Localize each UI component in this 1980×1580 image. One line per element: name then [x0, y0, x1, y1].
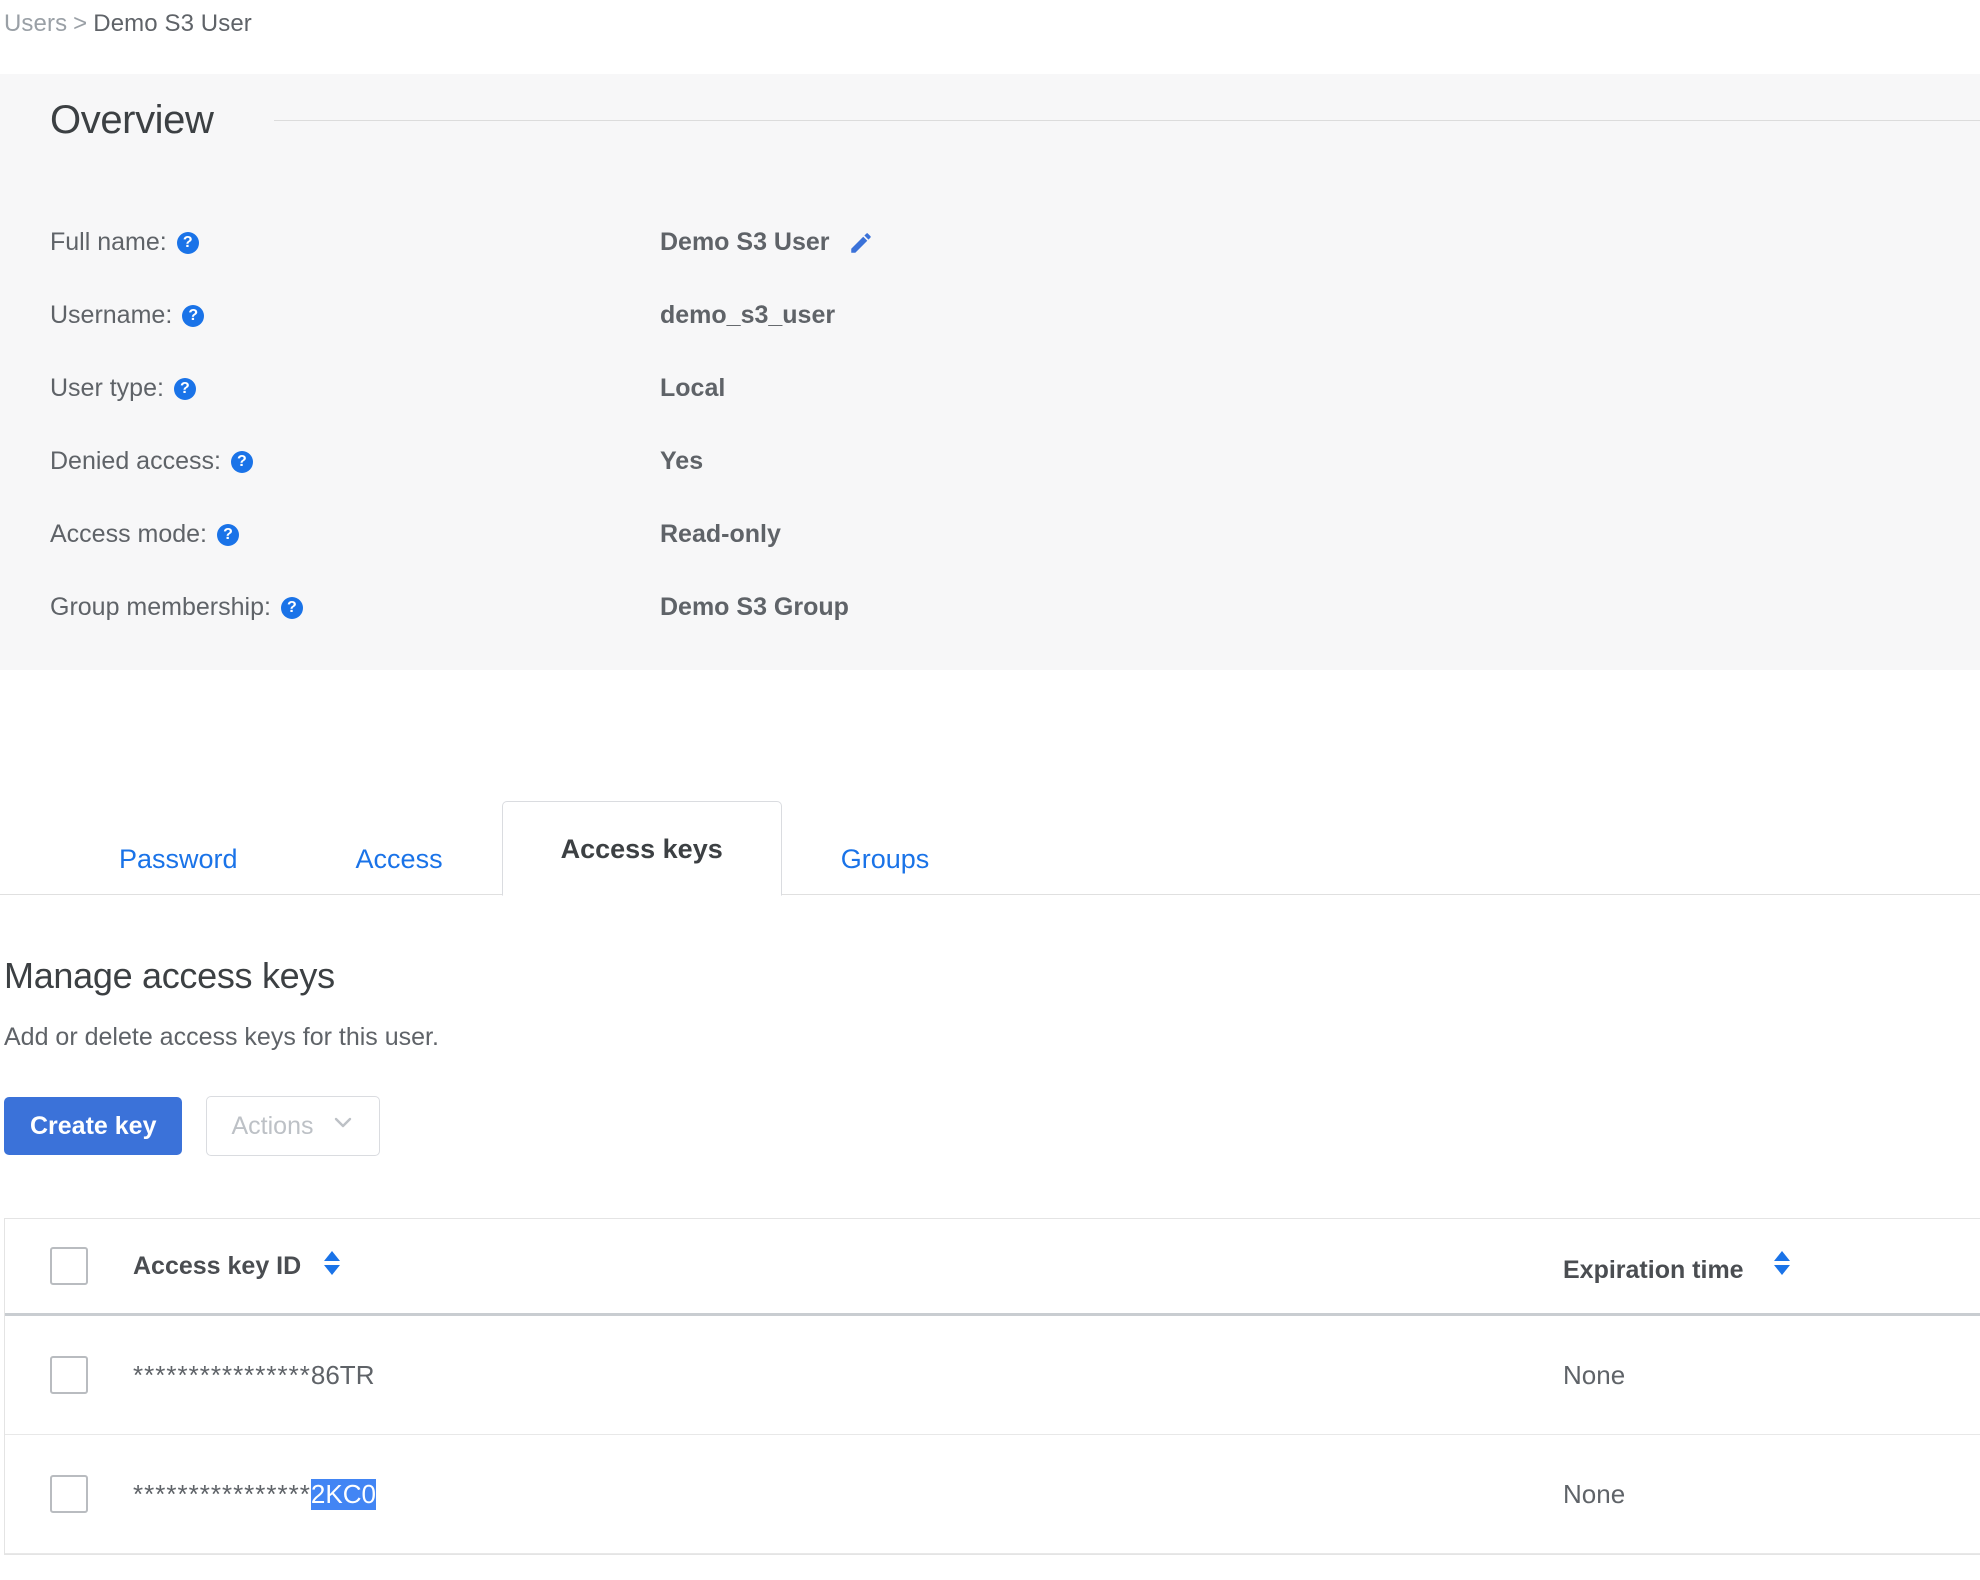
action-button-row: Create key Actions [4, 1096, 1980, 1156]
field-row-access-mode: Access mode: ? Read-only [0, 520, 1980, 593]
field-label-text: Access mode: [50, 520, 208, 548]
cell-expiration-time: None [1563, 1478, 1626, 1509]
field-value-text: Read-only [660, 520, 781, 548]
table-row[interactable]: **************** 86TR None [5, 1316, 1980, 1435]
field-value-text: Demo S3 User [660, 228, 830, 256]
field-label-text: Full name: [50, 228, 167, 256]
field-value-denied-access: Yes [660, 447, 703, 476]
create-key-button[interactable]: Create key [4, 1097, 183, 1155]
tab-password[interactable]: Password [60, 821, 297, 895]
field-value-text: Local [660, 374, 726, 402]
field-label-text: Denied access: [50, 447, 221, 475]
access-key-mask: **************** [133, 1359, 311, 1390]
field-value-access-mode: Read-only [660, 520, 781, 549]
overview-panel: Overview Full name: ? Demo S3 User Usern… [0, 74, 1980, 670]
field-row-denied-access: Denied access: ? Yes [0, 447, 1980, 520]
column-header-expiration-time[interactable]: Expiration time [1563, 1248, 1980, 1285]
field-row-user-type: User type: ? Local [0, 374, 1980, 447]
field-label-denied-access: Denied access: ? [0, 447, 660, 476]
overview-fields: Full name: ? Demo S3 User Username: ? de… [0, 228, 1980, 666]
column-header-access-key-id[interactable]: Access key ID [133, 1248, 1563, 1285]
table-header-row: Access key ID Expiration time [5, 1219, 1980, 1316]
overview-title: Overview [50, 98, 214, 142]
column-header-label: Access key ID [133, 1251, 302, 1280]
field-label-user-type: User type: ? [0, 374, 660, 403]
field-row-group-membership: Group membership: ? Demo S3 Group [0, 593, 1980, 666]
help-icon[interactable]: ? [173, 377, 196, 400]
field-label-text: Username: [50, 301, 173, 329]
field-value-user-type: Local [660, 374, 725, 403]
row-checkbox[interactable] [50, 1475, 88, 1513]
tab-list: Password Access Access keys Groups [60, 801, 989, 896]
field-value-text: demo_s3_user [660, 301, 836, 329]
help-icon[interactable]: ? [217, 523, 240, 546]
breadcrumb-separator: > [73, 10, 88, 37]
actions-dropdown-button[interactable]: Actions [206, 1096, 381, 1156]
row-select-cell [5, 1475, 133, 1513]
cell-expiration-time: None [1563, 1359, 1626, 1390]
field-value-group-membership: Demo S3 Group [660, 593, 849, 622]
select-all-cell [5, 1247, 133, 1285]
field-value-text: Yes [660, 447, 704, 475]
sort-icon[interactable] [1771, 1248, 1793, 1285]
column-header-label: Expiration time [1563, 1255, 1744, 1284]
field-label-group-membership: Group membership: ? [0, 593, 660, 622]
access-keys-table: Access key ID Expiration time **********… [4, 1218, 1980, 1555]
help-icon[interactable]: ? [230, 450, 253, 473]
actions-dropdown-label: Actions [231, 1112, 314, 1140]
tab-groups[interactable]: Groups [782, 821, 989, 895]
field-value-text: Demo S3 Group [660, 593, 849, 621]
field-label-text: User type: [50, 374, 164, 402]
field-label-username: Username: ? [0, 301, 660, 330]
access-key-tail-selected: 2KC0 [310, 1478, 376, 1510]
tab-bar: Password Access Access keys Groups [0, 800, 1980, 896]
breadcrumb-current: Demo S3 User [93, 10, 252, 37]
field-row-username: Username: ? demo_s3_user [0, 301, 1980, 374]
field-label-text: Group membership: [50, 593, 271, 621]
row-checkbox[interactable] [50, 1356, 88, 1394]
overview-divider [273, 120, 1980, 121]
field-value-full-name: Demo S3 User [660, 228, 874, 257]
page-subtitle: Add or delete access keys for this user. [4, 1023, 439, 1051]
tab-access-keys[interactable]: Access keys [501, 801, 782, 896]
access-key-tail: 86TR [310, 1359, 375, 1390]
sort-icon[interactable] [321, 1248, 343, 1285]
help-icon[interactable]: ? [176, 231, 199, 254]
table-row[interactable]: **************** 2KC0 None [5, 1435, 1980, 1554]
cell-access-key-id: **************** 86TR [133, 1360, 1563, 1391]
row-select-cell [5, 1356, 133, 1394]
help-icon[interactable]: ? [182, 304, 205, 327]
page-title: Manage access keys [4, 955, 335, 996]
help-icon[interactable]: ? [280, 596, 303, 619]
manage-access-keys-section: Manage access keys Add or delete access … [0, 955, 1980, 1156]
overview-header: Overview [50, 98, 1980, 143]
access-key-mask: **************** [133, 1478, 311, 1509]
field-label-full-name: Full name: ? [0, 228, 660, 257]
breadcrumb-link-users[interactable]: Users [4, 10, 67, 37]
tab-access[interactable]: Access [297, 821, 502, 895]
cell-access-key-id: **************** 2KC0 [133, 1478, 1563, 1510]
pencil-icon[interactable] [848, 230, 874, 256]
field-value-username: demo_s3_user [660, 301, 835, 330]
breadcrumb: Users > Demo S3 User [4, 10, 252, 38]
field-label-access-mode: Access mode: ? [0, 520, 660, 549]
field-row-full-name: Full name: ? Demo S3 User [0, 228, 1980, 301]
select-all-checkbox[interactable] [50, 1247, 88, 1285]
chevron-down-icon [331, 1098, 355, 1154]
